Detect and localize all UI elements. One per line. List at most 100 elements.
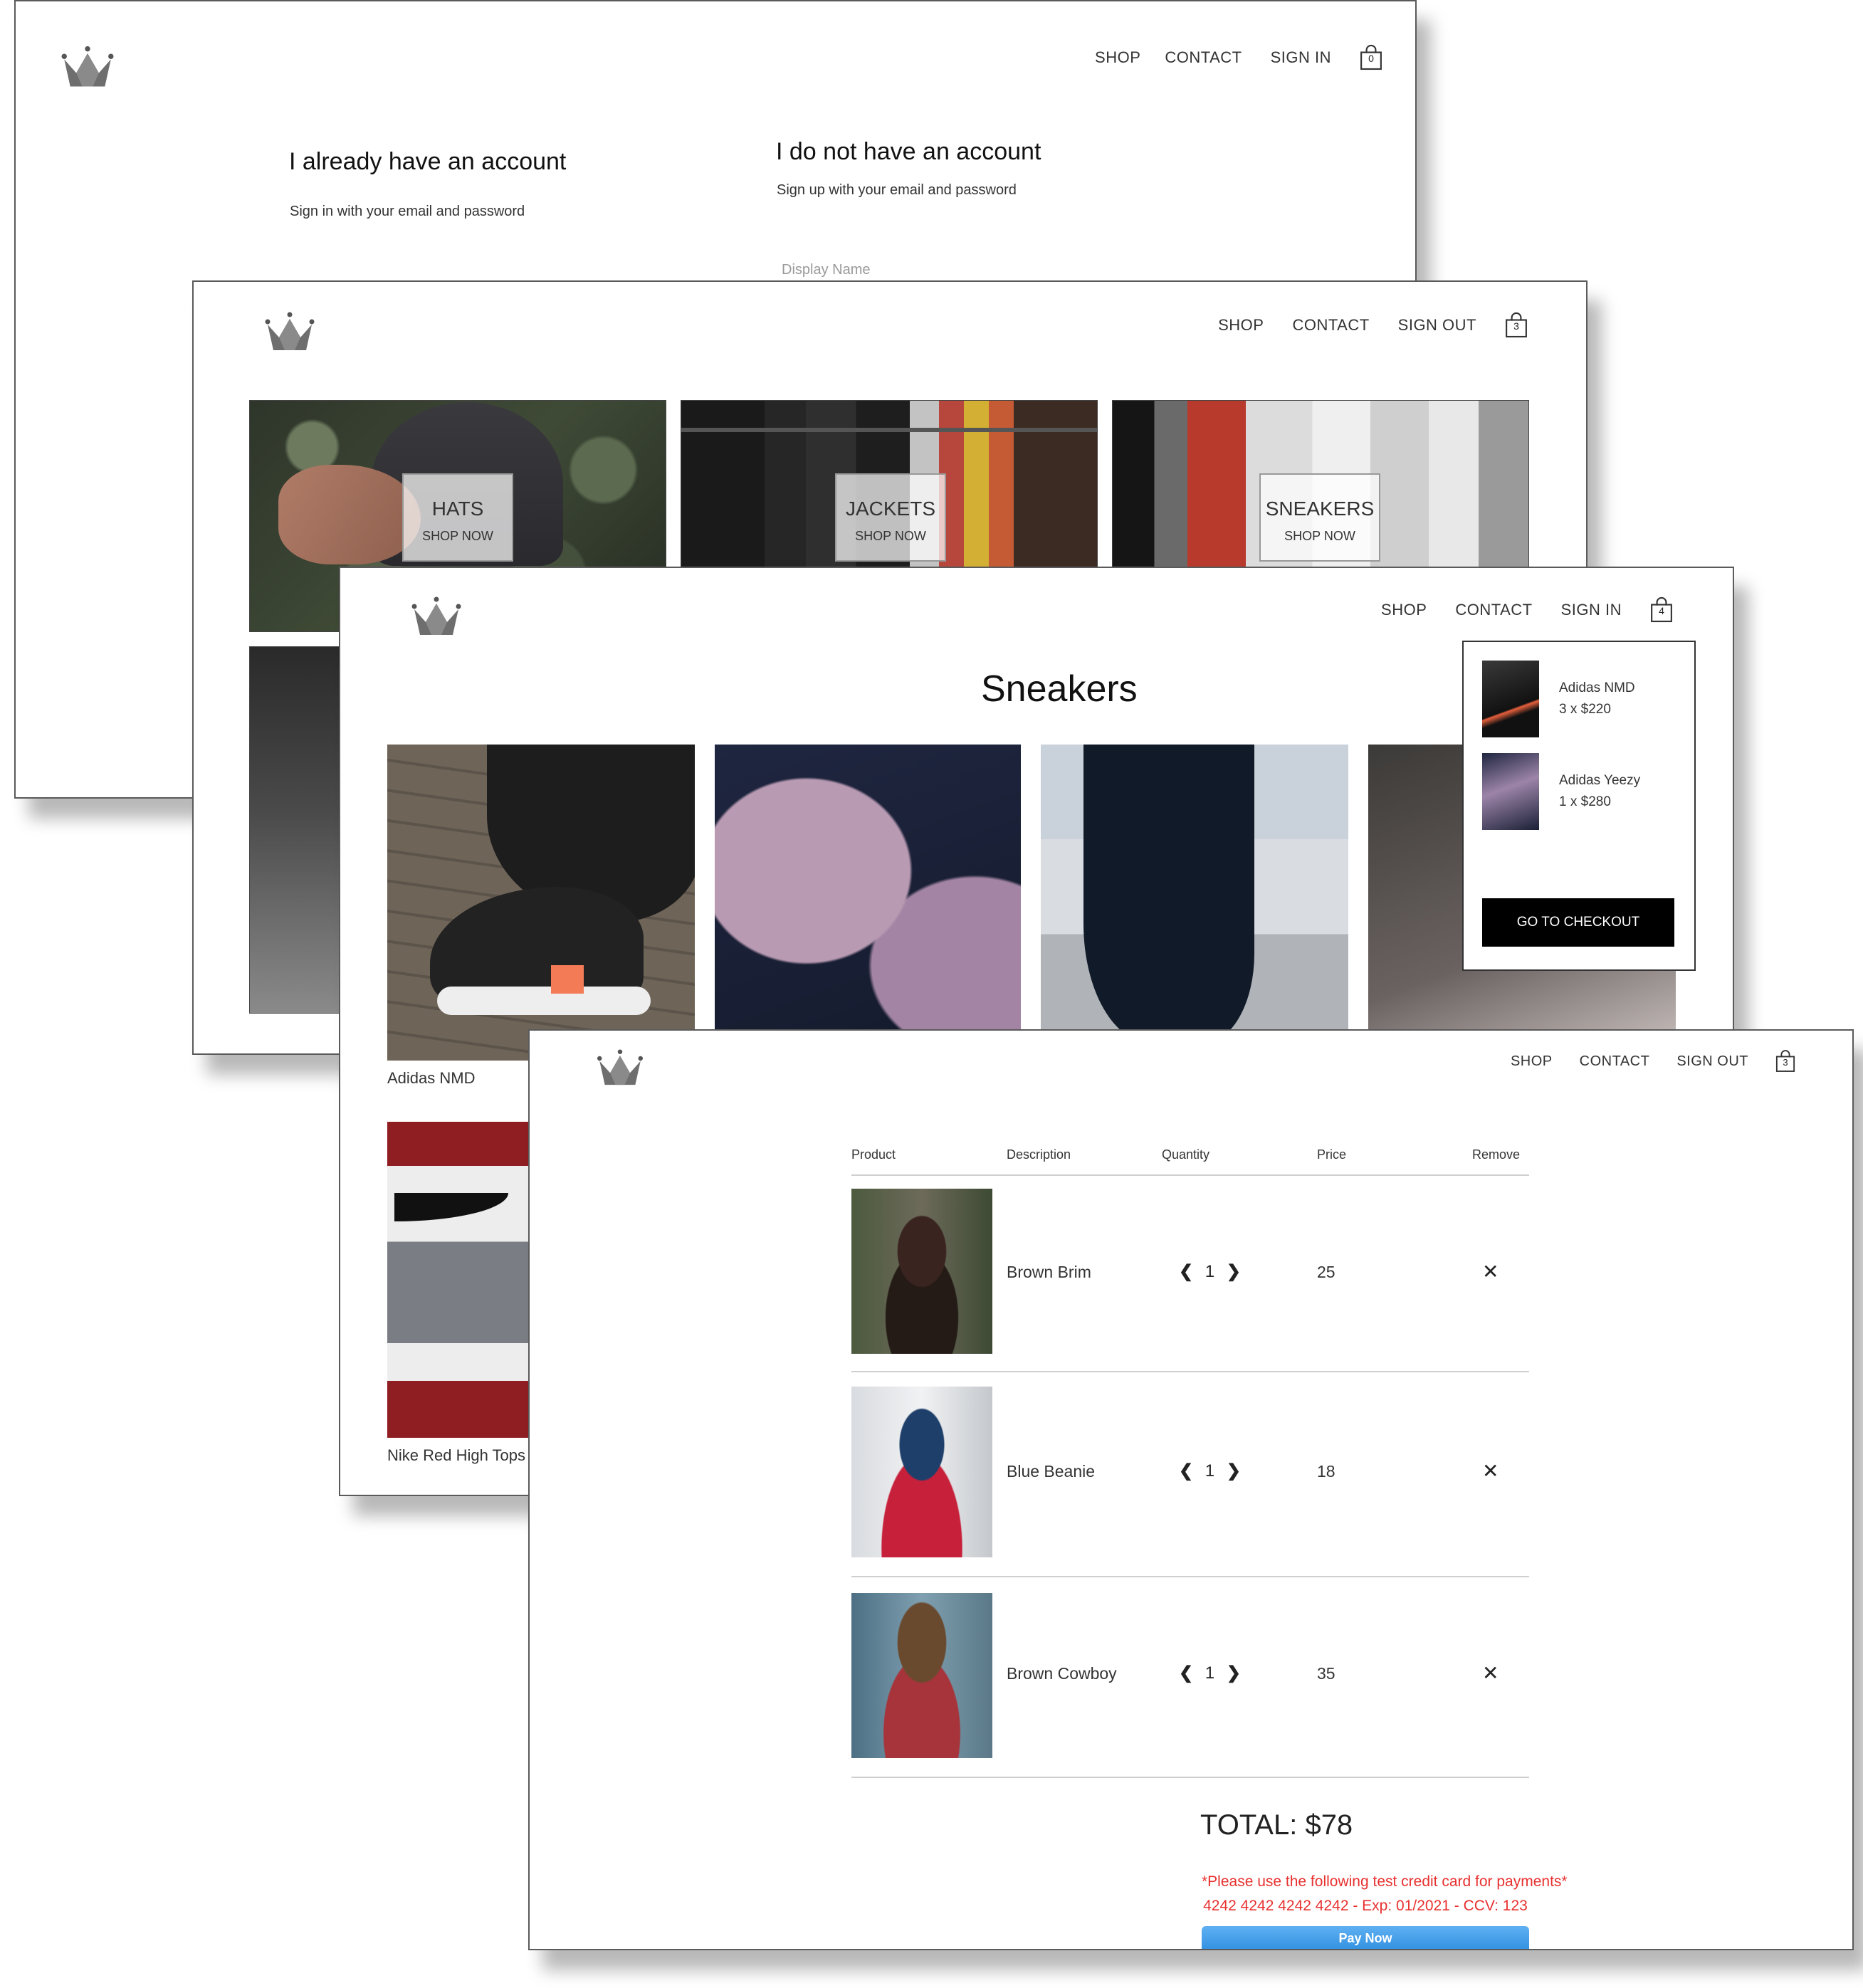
cart-count: 4 <box>1659 605 1664 616</box>
item-price: 18 <box>1317 1462 1335 1481</box>
header-description: Description <box>1007 1147 1071 1162</box>
swoosh <box>394 1193 508 1221</box>
category-label-hats[interactable]: HATS SHOP NOW <box>402 473 513 562</box>
table-row: Brown Cowboy ❮ 1 ❯ 35 ✕ <box>851 1593 1529 1758</box>
person-photo <box>1083 745 1254 1043</box>
cart-count: 3 <box>1513 320 1519 332</box>
item-quantity: 1 <box>1205 1663 1215 1683</box>
close-icon[interactable]: ✕ <box>1482 1459 1499 1483</box>
nav-contact[interactable]: CONTACT <box>1580 1053 1650 1070</box>
nav-contact[interactable]: CONTACT <box>1292 316 1369 335</box>
nav-sign-out[interactable]: SIGN OUT <box>1676 1053 1748 1070</box>
checkout-screen: SHOP CONTACT SIGN OUT 3 Product Descript… <box>528 1029 1854 1950</box>
item-price: 25 <box>1317 1263 1335 1281</box>
chevron-left-icon[interactable]: ❮ <box>1179 1663 1193 1683</box>
shopping-bag-icon[interactable]: 3 <box>1775 1049 1795 1073</box>
category-cta: SHOP NOW <box>1284 529 1355 543</box>
product-image-black-chucks[interactable] <box>1041 745 1348 1061</box>
chevron-right-icon[interactable]: ❯ <box>1227 1261 1241 1282</box>
cart-item-name: Adidas Yeezy <box>1559 773 1641 788</box>
cart-item: Adidas Yeezy 1 x $280 <box>1482 753 1681 831</box>
test-card-note: *Please use the following test credit ca… <box>1202 1873 1568 1890</box>
row-divider <box>851 1576 1529 1577</box>
pay-now-button[interactable]: Pay Now <box>1202 1926 1529 1949</box>
item-quantity: 1 <box>1205 1262 1215 1281</box>
signup-subtitle: Sign up with your email and password <box>777 182 1017 198</box>
table-row: Brown Brim ❮ 1 ❯ 25 ✕ <box>851 1189 1529 1357</box>
product-name: Adidas NMD <box>387 1069 476 1087</box>
shoe-accent <box>551 965 584 994</box>
cart-count: 0 <box>1368 53 1374 64</box>
shoe-sole <box>437 987 651 1015</box>
nav-sign-out[interactable]: SIGN OUT <box>1398 316 1476 335</box>
item-description: Brown Cowboy <box>1007 1664 1117 1683</box>
nav-contact[interactable]: CONTACT <box>1455 601 1532 619</box>
product-image-adidas-yeezy[interactable] <box>715 745 1021 1061</box>
chevron-left-icon[interactable]: ❮ <box>1179 1261 1193 1282</box>
display-name-field[interactable]: Display Name <box>782 262 870 278</box>
quantity-stepper: ❮ 1 ❯ <box>1179 1461 1241 1481</box>
quantity-stepper: ❮ 1 ❯ <box>1179 1261 1241 1282</box>
close-icon[interactable]: ✕ <box>1482 1661 1499 1685</box>
cart-item-qty-price: 1 x $280 <box>1559 794 1611 809</box>
category-label-jackets[interactable]: JACKETS SHOP NOW <box>835 473 946 562</box>
header-quantity: Quantity <box>1162 1147 1210 1162</box>
nav-contact[interactable]: CONTACT <box>1165 48 1242 67</box>
cart-item-image <box>1482 753 1539 830</box>
category-title: SNEAKERS <box>1265 498 1375 520</box>
crown-icon[interactable] <box>411 596 461 636</box>
crown-icon[interactable] <box>597 1049 644 1086</box>
cart-item-image <box>1482 661 1539 737</box>
top-nav: SHOP CONTACT SIGN OUT 3 <box>1218 312 1528 339</box>
chevron-left-icon[interactable]: ❮ <box>1179 1461 1193 1481</box>
shopping-bag-icon[interactable]: 3 <box>1505 312 1528 339</box>
signin-title: I already have an account <box>289 148 567 175</box>
chevron-right-icon[interactable]: ❯ <box>1227 1461 1241 1481</box>
collection-title: Sneakers <box>981 668 1138 710</box>
header-remove: Remove <box>1472 1147 1521 1162</box>
product-image-blue-beanie <box>851 1387 992 1557</box>
nav-sign-in[interactable]: SIGN IN <box>1271 48 1331 67</box>
item-price: 35 <box>1317 1664 1335 1683</box>
nav-shop[interactable]: SHOP <box>1381 601 1427 619</box>
item-description: Brown Brim <box>1007 1263 1091 1281</box>
nav-sign-in[interactable]: SIGN IN <box>1561 601 1622 619</box>
top-nav: SHOP CONTACT SIGN OUT 3 <box>1511 1049 1795 1073</box>
cart-dropdown: Adidas NMD 3 x $220 Adidas Yeezy 1 x $28… <box>1462 641 1696 971</box>
category-cta: SHOP NOW <box>422 529 493 543</box>
go-to-checkout-button[interactable]: GO TO CHECKOUT <box>1482 898 1674 947</box>
shopping-bag-icon[interactable]: 4 <box>1650 596 1673 624</box>
top-nav: SHOP CONTACT SIGN IN 4 <box>1381 596 1673 624</box>
cart-item: Adidas NMD 3 x $220 <box>1482 661 1681 739</box>
table-row: Blue Beanie ❮ 1 ❯ 18 ✕ <box>851 1387 1529 1557</box>
quantity-stepper: ❮ 1 ❯ <box>1179 1663 1241 1683</box>
product-image-adidas-nmd[interactable] <box>387 745 695 1061</box>
category-cta: SHOP NOW <box>855 529 926 543</box>
crown-icon[interactable] <box>265 312 315 352</box>
chevron-right-icon[interactable]: ❯ <box>1227 1663 1241 1683</box>
signin-subtitle: Sign in with your email and password <box>290 204 525 219</box>
product-name: Nike Red High Tops <box>387 1446 526 1464</box>
category-label-sneakers[interactable]: SNEAKERS SHOP NOW <box>1259 473 1380 562</box>
product-image-brown-brim <box>851 1189 992 1354</box>
nav-shop[interactable]: SHOP <box>1511 1053 1553 1070</box>
header-divider <box>851 1174 1529 1176</box>
close-icon[interactable]: ✕ <box>1482 1260 1499 1283</box>
item-description: Blue Beanie <box>1007 1462 1096 1481</box>
total: TOTAL: $78 <box>1200 1809 1353 1841</box>
cart-item-qty-price: 3 x $220 <box>1559 702 1611 717</box>
cart-count: 3 <box>1783 1057 1788 1068</box>
nav-shop[interactable]: SHOP <box>1095 48 1140 67</box>
product-image-brown-cowboy <box>851 1593 992 1758</box>
row-divider <box>851 1371 1529 1372</box>
test-card-details: 4242 4242 4242 4242 - Exp: 01/2021 - CCV… <box>1203 1898 1528 1914</box>
header-product: Product <box>851 1147 896 1162</box>
nav-shop[interactable]: SHOP <box>1218 316 1264 335</box>
crown-icon[interactable] <box>61 46 114 88</box>
shopping-bag-icon[interactable]: 0 <box>1360 44 1382 71</box>
item-quantity: 1 <box>1205 1461 1215 1481</box>
cart-item-name: Adidas NMD <box>1559 680 1635 695</box>
category-title: JACKETS <box>845 498 936 520</box>
category-title: HATS <box>431 498 484 520</box>
rail-bar <box>681 428 1097 432</box>
